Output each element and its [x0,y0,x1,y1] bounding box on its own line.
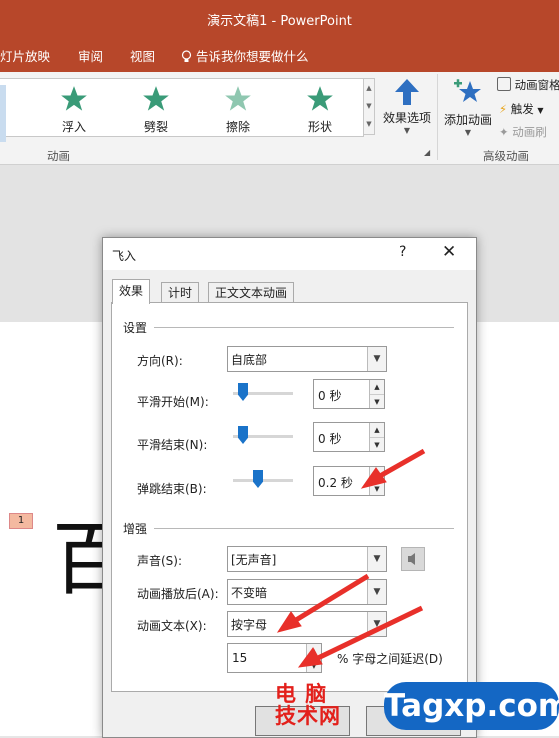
watermark-site: Tagxp.com [384,682,559,730]
annotation-arrow-text [294,573,370,623]
annotation-arrowhead [276,611,302,633]
tab-effect[interactable]: 效果 [112,279,151,304]
annotation-arrow-bounce [378,448,426,479]
annotation-arrowhead [297,647,323,668]
annotation-arrowhead [360,467,387,489]
annotation-arrow-delay [316,605,424,661]
annotation-arrows [276,448,426,668]
watermark-cn-line1: 电 脑 [275,682,328,706]
watermark-cn-line2: 技术网 [275,704,341,729]
watermark-cn: 电 脑 技术网 [275,683,341,727]
